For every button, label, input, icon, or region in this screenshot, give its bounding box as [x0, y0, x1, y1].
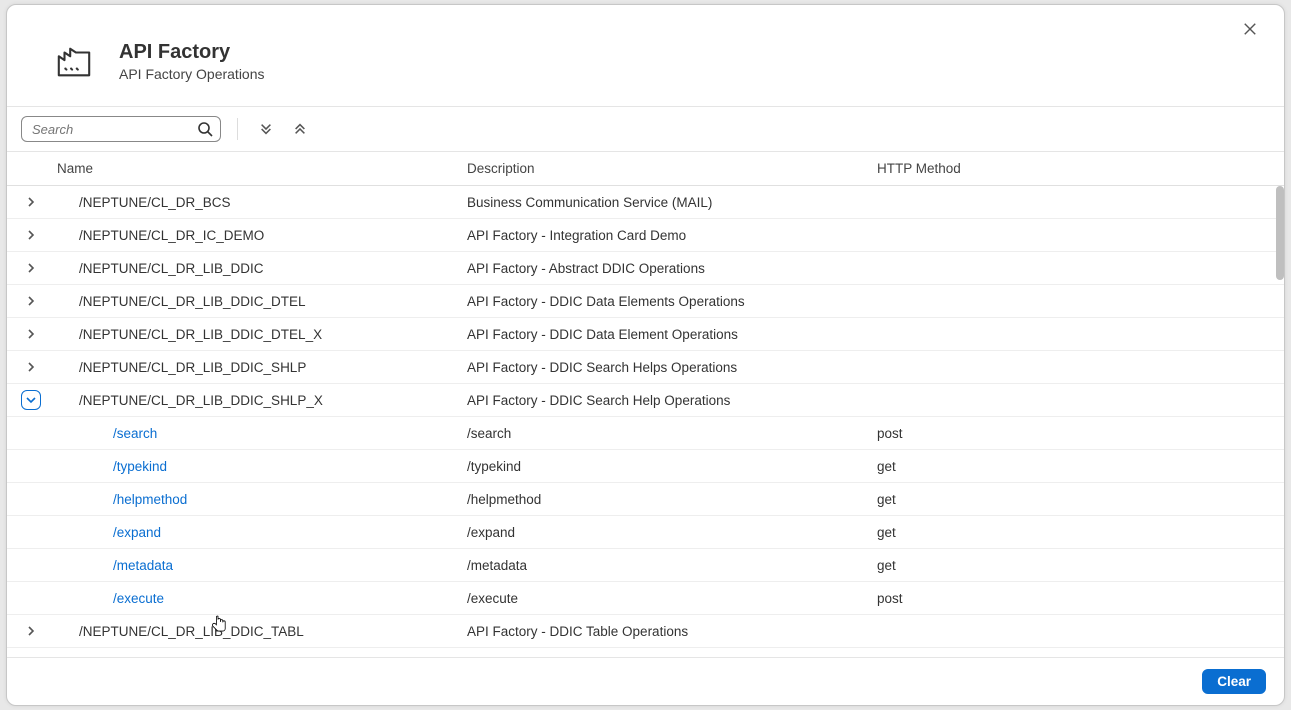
tree-node-label: /NEPTUNE/CL_DR_LIB_DDIC_DTEL [57, 294, 451, 309]
chevron-right-icon[interactable] [21, 621, 41, 641]
http-method-cell [869, 285, 1284, 318]
http-method-cell [869, 615, 1284, 648]
table-row[interactable]: /NEPTUNE/CL_DR_LIB_DDIC_SHLP API Factory … [7, 351, 1284, 384]
table-row[interactable]: /NEPTUNE/CL_DR_LIB_DDIC_SHLP_X API Factor… [7, 384, 1284, 417]
description-cell: API Factory - DDIC Search Helps Operatio… [459, 351, 869, 384]
table-row[interactable]: /NEPTUNE/CL_DR_LIB_DDIC_DTEL API Factory … [7, 285, 1284, 318]
table-row[interactable]: /NEPTUNE/CL_DR_BCS Business Communication… [7, 186, 1284, 219]
http-method-cell [869, 219, 1284, 252]
table-row[interactable]: /helpmethod/helpmethodget [7, 483, 1284, 516]
chevron-right-icon[interactable] [21, 225, 41, 245]
http-method-cell: get [869, 549, 1284, 582]
description-cell: /search [459, 417, 869, 450]
search-input[interactable] [21, 116, 221, 142]
search-field-wrapper [21, 116, 221, 142]
vertical-scrollbar[interactable] [1276, 186, 1284, 280]
description-cell: API Factory - DDIC Data Element Operatio… [459, 318, 869, 351]
expand-all-button[interactable] [254, 117, 278, 141]
description-cell: /execute [459, 582, 869, 615]
chevron-right-icon[interactable] [21, 357, 41, 377]
chevron-right-icon[interactable] [21, 258, 41, 278]
tree-node-label: /NEPTUNE/CL_DR_LIB_DDIC_SHLP_X [57, 393, 451, 408]
column-header-name[interactable]: Name [49, 152, 459, 186]
description-cell: API Factory - DDIC Search Help Operation… [459, 384, 869, 417]
tree-node-label: /NEPTUNE/CL_DR_IC_DEMO [57, 228, 451, 243]
operation-link[interactable]: /metadata [57, 558, 451, 573]
tree-node-label: /NEPTUNE/CL_DR_LIB_DDIC_DTEL_X [57, 327, 451, 342]
clear-button[interactable]: Clear [1202, 669, 1266, 694]
http-method-cell [869, 351, 1284, 384]
column-header-description[interactable]: Description [459, 152, 869, 186]
http-method-cell: get [869, 450, 1284, 483]
dialog-header: API Factory API Factory Operations [7, 5, 1284, 107]
http-method-cell [869, 252, 1284, 285]
table-row[interactable]: /metadata/metadataget [7, 549, 1284, 582]
http-method-cell: get [869, 483, 1284, 516]
http-method-cell: post [869, 417, 1284, 450]
collapse-all-button[interactable] [288, 117, 312, 141]
chevron-right-icon[interactable] [21, 324, 41, 344]
tree-node-label: /NEPTUNE/CL_DR_LIB_DDIC_TABL [57, 624, 451, 639]
description-cell: API Factory - DDIC Table Operations [459, 615, 869, 648]
toolbar-separator [237, 118, 238, 140]
chevron-down-icon[interactable] [21, 390, 41, 410]
table-row[interactable]: /expand/expandget [7, 516, 1284, 549]
close-icon [1243, 22, 1257, 36]
dialog-subtitle: API Factory Operations [119, 66, 265, 82]
table-row[interactable]: /NEPTUNE/CL_DR_LIB_DDIC API Factory - Abs… [7, 252, 1284, 285]
tree-table: Name Description HTTP Method /NEPTUNE/CL… [7, 152, 1284, 657]
search-icon [197, 121, 213, 137]
http-method-cell: post [869, 582, 1284, 615]
column-header-http-method[interactable]: HTTP Method [869, 152, 1284, 186]
tree-node-label: /NEPTUNE/CL_DR_BCS [57, 195, 451, 210]
description-cell: API Factory - Integration Card Demo [459, 219, 869, 252]
factory-icon [55, 43, 93, 81]
operation-link[interactable]: /helpmethod [57, 492, 451, 507]
double-chevron-down-icon [259, 122, 273, 136]
operation-link[interactable]: /search [57, 426, 451, 441]
table-row[interactable]: /typekind/typekindget [7, 450, 1284, 483]
description-cell: /metadata [459, 549, 869, 582]
double-chevron-up-icon [293, 122, 307, 136]
toolbar [7, 107, 1284, 152]
table-row[interactable]: /NEPTUNE/CL_DR_IC_DEMO API Factory - Inte… [7, 219, 1284, 252]
description-cell: /typekind [459, 450, 869, 483]
close-button[interactable] [1240, 21, 1260, 41]
description-cell: Business Communication Service (MAIL) [459, 186, 869, 219]
api-factory-dialog: API Factory API Factory Operations [6, 4, 1285, 706]
http-method-cell [869, 384, 1284, 417]
chevron-right-icon[interactable] [21, 192, 41, 212]
http-method-cell: get [869, 516, 1284, 549]
operation-link[interactable]: /typekind [57, 459, 451, 474]
table-row[interactable]: /search/searchpost [7, 417, 1284, 450]
operation-link[interactable]: /execute [57, 591, 451, 606]
dialog-title: API Factory [119, 41, 265, 64]
table-row[interactable]: /NEPTUNE/CL_DR_LIB_DDIC_DTEL_X API Factor… [7, 318, 1284, 351]
description-cell: /expand [459, 516, 869, 549]
tree-node-label: /NEPTUNE/CL_DR_LIB_DDIC [57, 261, 451, 276]
chevron-right-icon[interactable] [21, 291, 41, 311]
description-cell: /helpmethod [459, 483, 869, 516]
operation-link[interactable]: /expand [57, 525, 451, 540]
description-cell: API Factory - DDIC Data Elements Operati… [459, 285, 869, 318]
dialog-footer: Clear [7, 657, 1284, 705]
description-cell: API Factory - Abstract DDIC Operations [459, 252, 869, 285]
http-method-cell [869, 318, 1284, 351]
http-method-cell [869, 186, 1284, 219]
table-row[interactable]: /execute/executepost [7, 582, 1284, 615]
table-header-row: Name Description HTTP Method [7, 152, 1284, 186]
table-row[interactable]: /NEPTUNE/CL_DR_LIB_DDIC_TABL API Factory … [7, 615, 1284, 648]
tree-node-label: /NEPTUNE/CL_DR_LIB_DDIC_SHLP [57, 360, 451, 375]
